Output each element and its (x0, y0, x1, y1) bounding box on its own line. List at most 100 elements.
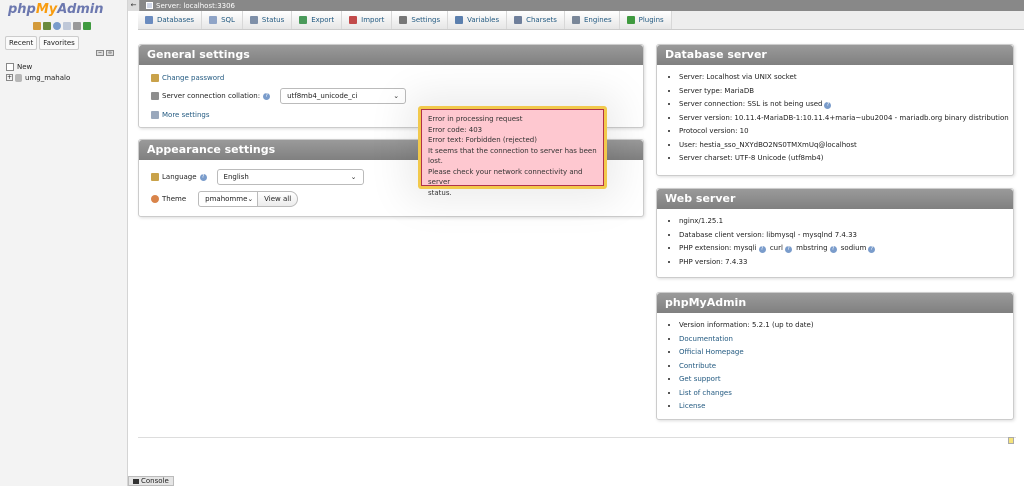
variables-icon (455, 16, 464, 24)
tab-export[interactable]: Export (292, 11, 343, 29)
reload-icon[interactable] (83, 22, 91, 30)
databases-icon (145, 16, 153, 24)
wrench-icon (151, 111, 159, 119)
official-homepage-link[interactable]: Official Homepage (679, 348, 744, 356)
footer-divider (138, 437, 1016, 438)
list-item: Documentation (679, 333, 1001, 347)
console-toggle[interactable]: Console (128, 476, 174, 486)
tab-import[interactable]: Import (342, 11, 393, 29)
list-item: Official Homepage (679, 346, 1001, 360)
logout-icon[interactable] (43, 22, 51, 30)
view-all-themes-button[interactable]: View all (258, 191, 299, 207)
list-item: Protocol version: 10 (679, 125, 1001, 139)
theme-label: Theme (162, 195, 187, 203)
panel-title: Database server (657, 45, 1013, 65)
help-icon[interactable]: ? (868, 246, 876, 253)
list-item: PHP version: 7.4.33 (679, 256, 1001, 270)
recent-favorites-tabs: Recent Favorites (5, 36, 127, 50)
nav-icon-bar (33, 22, 127, 30)
tab-label: Import (361, 16, 385, 24)
list-item: User: hestia_sso_NXYdBO2NS0TMXmUq@localh… (679, 139, 1001, 153)
error-line: Error code: 403 (428, 125, 483, 134)
chevron-down-icon: ⌄ (393, 92, 400, 100)
language-label: Language (162, 173, 197, 181)
phpmyadmin-info-list: Version information: 5.2.1 (up to date) … (669, 319, 1001, 414)
phpmyadmin-info-panel: phpMyAdmin Version information: 5.2.1 (u… (656, 292, 1014, 420)
language-value: English (223, 173, 249, 181)
help-icon[interactable]: ? (263, 92, 271, 100)
language-icon (151, 173, 159, 181)
tab-charsets[interactable]: Charsets (507, 11, 565, 29)
tab-engines[interactable]: Engines (564, 11, 620, 29)
collation-select[interactable]: utf8mb4_unicode_ci ⌄ (280, 88, 407, 104)
sql-icon (209, 16, 218, 24)
navigation-panel: phpMyAdmin Recent Favorites − ∞ New + um… (0, 0, 128, 486)
help-icon[interactable] (53, 22, 61, 30)
phpmyadmin-logo[interactable]: phpMyAdmin (8, 2, 127, 20)
error-message: Error in processing request Error code: … (421, 109, 604, 197)
breadcrumb[interactable]: Server: localhost:3306 (146, 2, 235, 10)
tab-variables[interactable]: Variables (448, 11, 508, 29)
settings-icon[interactable] (73, 22, 81, 30)
tab-status[interactable]: Status (242, 11, 293, 29)
license-link[interactable]: License (679, 402, 705, 410)
theme-select[interactable]: pmahomme ⌄ (198, 191, 259, 207)
change-password-link[interactable]: Change password (162, 74, 224, 82)
favorites-tab[interactable]: Favorites (39, 36, 79, 50)
panel-title: Web server (657, 189, 1013, 209)
tab-settings[interactable]: Settings (392, 11, 449, 29)
collapse-all-icon[interactable]: − (96, 50, 104, 56)
list-of-changes-link[interactable]: List of changes (679, 389, 732, 397)
error-line: It seems that the connection to server h… (428, 146, 597, 166)
tab-label: Variables (467, 16, 500, 24)
tab-plugins[interactable]: Plugins (619, 11, 672, 29)
engines-icon (571, 16, 580, 24)
web-server-panel: Web server nginx/1.25.1 Database client … (656, 188, 1014, 278)
expand-icon[interactable]: + (6, 74, 13, 81)
settings-icon (399, 16, 408, 24)
tab-label: SQL (221, 16, 235, 24)
tab-label: Export (311, 16, 335, 24)
web-server-list: nginx/1.25.1 Database client version: li… (669, 215, 1001, 269)
contribute-link[interactable]: Contribute (679, 362, 716, 370)
help-icon[interactable]: ? (199, 173, 207, 181)
help-icon[interactable]: ? (784, 246, 792, 253)
docs-icon[interactable] (63, 22, 71, 30)
more-settings-link[interactable]: More settings (162, 111, 210, 119)
database-icon (15, 73, 22, 82)
page-settings-icon[interactable] (1008, 437, 1014, 444)
help-icon[interactable]: ? (824, 102, 832, 109)
home-icon[interactable] (33, 22, 41, 30)
error-line: Error in processing request (428, 115, 523, 123)
help-icon[interactable]: ? (758, 246, 766, 253)
database-server-list: Server: Localhost via UNIX socket Server… (669, 71, 1009, 166)
tree-controls: − ∞ (96, 50, 114, 56)
error-line: Error text: Forbidden (rejected) (428, 136, 537, 144)
new-db-icon (6, 62, 14, 71)
get-support-link[interactable]: Get support (679, 375, 721, 383)
collapse-nav-icon[interactable]: ← (128, 0, 140, 11)
recent-tab[interactable]: Recent (5, 36, 38, 50)
list-item: Server charset: UTF-8 Unicode (utf8mb4) (679, 152, 1001, 166)
error-line: status. (428, 188, 452, 197)
language-select[interactable]: English ⌄ (216, 169, 364, 185)
chevron-down-icon: ⌄ (350, 173, 357, 181)
documentation-link[interactable]: Documentation (679, 335, 733, 343)
list-item: Server: Localhost via UNIX socket (679, 71, 1001, 85)
tree-item-label: New (17, 62, 33, 71)
tab-sql[interactable]: SQL (202, 11, 243, 29)
tree-item-label: umg_mahalo (25, 73, 71, 82)
tree-item-new[interactable]: New (6, 61, 70, 72)
plugins-icon (626, 16, 635, 24)
help-icon[interactable]: ? (829, 246, 837, 253)
tree-item-umg-mahalo[interactable]: + umg_mahalo (6, 72, 70, 83)
console-icon (133, 478, 139, 484)
charsets-icon (514, 16, 523, 24)
database-server-panel: Database server Server: Localhost via UN… (656, 44, 1014, 176)
tab-label: Status (261, 16, 285, 24)
tab-label: Charsets (526, 16, 557, 24)
error-notification[interactable]: Error in processing request Error code: … (418, 106, 607, 197)
link-with-main-icon[interactable]: ∞ (106, 50, 114, 56)
tab-label: Databases (157, 16, 195, 24)
tab-databases[interactable]: Databases (138, 11, 203, 29)
